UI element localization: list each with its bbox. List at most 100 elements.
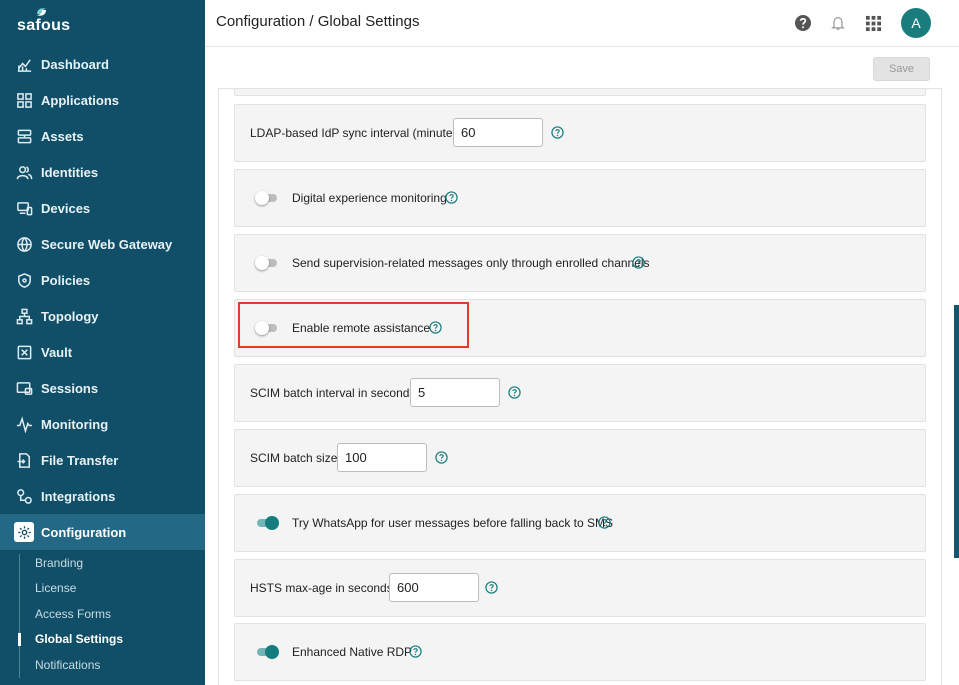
sidebar-item-label: Devices xyxy=(41,200,91,216)
sidebar-item-applications[interactable]: Applications xyxy=(0,82,205,118)
pulse-icon xyxy=(15,415,33,433)
sidebar-item-file-transfer[interactable]: File Transfer xyxy=(0,442,205,478)
help-circle-icon[interactable] xyxy=(409,645,422,658)
scim-batch-size-input[interactable]: 100 xyxy=(337,443,427,472)
users-icon xyxy=(15,163,33,181)
settings-panel: LDAP-based IdP sync interval (minutes) 6… xyxy=(218,88,942,685)
sessions-icon xyxy=(15,379,33,397)
setting-label: LDAP-based IdP sync interval (minutes) xyxy=(250,126,463,140)
help-circle-icon[interactable] xyxy=(598,516,611,529)
sidebar-item-label: Monitoring xyxy=(41,416,109,432)
enhanced-native-rdp-toggle[interactable] xyxy=(255,645,279,659)
remote-assistance-toggle[interactable] xyxy=(255,321,279,335)
submenu-item-global-settings[interactable]: Global Settings xyxy=(18,627,205,653)
sidebar-item-assets[interactable]: Assets xyxy=(0,118,205,154)
sidebar-item-configuration[interactable]: Configuration xyxy=(0,514,205,550)
topology-icon xyxy=(15,307,33,325)
breadcrumb-separator: / xyxy=(305,13,318,30)
sidebar-item-integrations[interactable]: Integrations xyxy=(0,478,205,514)
sidebar-item-label: Dashboard xyxy=(41,56,109,72)
file-transfer-icon xyxy=(15,451,33,469)
safous-logo[interactable]: safous xyxy=(17,6,77,34)
setting-label: Send supervision-related messages only t… xyxy=(292,256,650,270)
sidebar-item-label: Secure Web Gateway xyxy=(41,236,173,252)
supervision-messages-toggle[interactable] xyxy=(255,256,279,270)
sidebar-nav: Dashboard Applications Assets Identities… xyxy=(0,46,205,678)
settings-row-whatsapp-fallback: Try WhatsApp for user messages before fa… xyxy=(234,494,926,552)
settings-row-hsts-max-age: HSTS max-age in seconds 600 xyxy=(234,559,926,617)
scim-batch-interval-input[interactable]: 5 xyxy=(410,378,500,407)
sidebar-item-devices[interactable]: Devices xyxy=(0,190,205,226)
chart-icon xyxy=(15,55,33,73)
grid-icon xyxy=(15,91,33,109)
submenu-item-branding[interactable]: Branding xyxy=(35,550,205,576)
setting-label: Enable remote assistance xyxy=(292,321,431,335)
settings-row xyxy=(234,89,926,96)
sidebar-item-label: Topology xyxy=(41,308,99,324)
help-circle-icon[interactable] xyxy=(508,386,521,399)
whatsapp-fallback-toggle[interactable] xyxy=(255,516,279,530)
sidebar-item-policies[interactable]: Policies xyxy=(0,262,205,298)
sidebar-item-label: Policies xyxy=(41,272,91,288)
sidebar-item-sessions[interactable]: Sessions xyxy=(0,370,205,406)
sidebar-item-label: Integrations xyxy=(41,488,116,504)
breadcrumb-parent[interactable]: Configuration xyxy=(216,13,305,30)
save-button[interactable]: Save xyxy=(873,57,930,81)
configuration-submenu: Branding License Access Forms Global Set… xyxy=(0,550,205,678)
help-icon[interactable] xyxy=(792,12,814,34)
submenu-item-access-forms[interactable]: Access Forms xyxy=(35,601,205,627)
page-title: Global Settings xyxy=(317,13,420,30)
breadcrumb: Configuration / Global Settings xyxy=(216,13,419,30)
sidebar: safous Dashboard Applications Assets Ide… xyxy=(0,0,205,685)
setting-label: HSTS max-age in seconds xyxy=(250,581,393,595)
help-circle-icon[interactable] xyxy=(632,256,645,269)
top-header: Configuration / Global Settings A xyxy=(205,0,959,47)
sidebar-item-identities[interactable]: Identities xyxy=(0,154,205,190)
avatar[interactable]: A xyxy=(901,8,931,38)
logo-wordmark: safous xyxy=(17,17,71,34)
sidebar-item-dashboard[interactable]: Dashboard xyxy=(0,46,205,82)
globe-icon xyxy=(15,235,33,253)
integrations-icon xyxy=(15,487,33,505)
setting-label: SCIM batch interval in seconds xyxy=(250,386,416,400)
sidebar-item-topology[interactable]: Topology xyxy=(0,298,205,334)
settings-row-digital-experience-monitoring: Digital experience monitoring xyxy=(234,169,926,227)
submenu-item-license[interactable]: License xyxy=(35,576,205,602)
devices-icon xyxy=(15,199,33,217)
gear-icon xyxy=(14,522,34,542)
apps-grid-icon[interactable] xyxy=(862,12,884,34)
sidebar-item-label: File Transfer xyxy=(41,452,119,468)
shield-icon xyxy=(15,271,33,289)
vault-icon xyxy=(15,343,33,361)
settings-row-ldap-sync-interval: LDAP-based IdP sync interval (minutes) 6… xyxy=(234,104,926,162)
scrollbar[interactable] xyxy=(954,305,959,558)
server-icon xyxy=(15,127,33,145)
settings-row-scim-batch-interval: SCIM batch interval in seconds 5 xyxy=(234,364,926,422)
sidebar-item-vault[interactable]: Vault xyxy=(0,334,205,370)
help-circle-icon[interactable] xyxy=(435,451,448,464)
setting-label: Digital experience monitoring xyxy=(292,191,447,205)
settings-row-supervision-messages: Send supervision-related messages only t… xyxy=(234,234,926,292)
settings-row-remote-assistance: Enable remote assistance xyxy=(234,299,926,357)
sidebar-item-label: Assets xyxy=(41,128,84,144)
bell-icon[interactable] xyxy=(827,12,849,34)
sidebar-item-label: Sessions xyxy=(41,380,99,396)
sidebar-item-label: Identities xyxy=(41,164,99,180)
settings-row-scim-batch-size: SCIM batch size 100 xyxy=(234,429,926,487)
digital-experience-monitoring-toggle[interactable] xyxy=(255,191,279,205)
sidebar-item-label: Vault xyxy=(41,344,73,360)
ldap-sync-interval-input[interactable]: 60 xyxy=(453,118,543,147)
help-circle-icon[interactable] xyxy=(551,126,564,139)
sidebar-item-secure-web-gateway[interactable]: Secure Web Gateway xyxy=(0,226,205,262)
submenu-item-notifications[interactable]: Notifications xyxy=(35,652,205,678)
hsts-max-age-input[interactable]: 600 xyxy=(389,573,479,602)
help-circle-icon[interactable] xyxy=(445,191,458,204)
setting-label: Enhanced Native RDP xyxy=(292,645,413,659)
help-circle-icon[interactable] xyxy=(429,321,442,334)
setting-label: SCIM batch size xyxy=(250,451,338,465)
sidebar-item-monitoring[interactable]: Monitoring xyxy=(0,406,205,442)
setting-label: Try WhatsApp for user messages before fa… xyxy=(292,516,614,530)
settings-row-enhanced-native-rdp: Enhanced Native RDP xyxy=(234,623,926,681)
sidebar-item-label: Applications xyxy=(41,92,120,108)
help-circle-icon[interactable] xyxy=(485,581,498,594)
